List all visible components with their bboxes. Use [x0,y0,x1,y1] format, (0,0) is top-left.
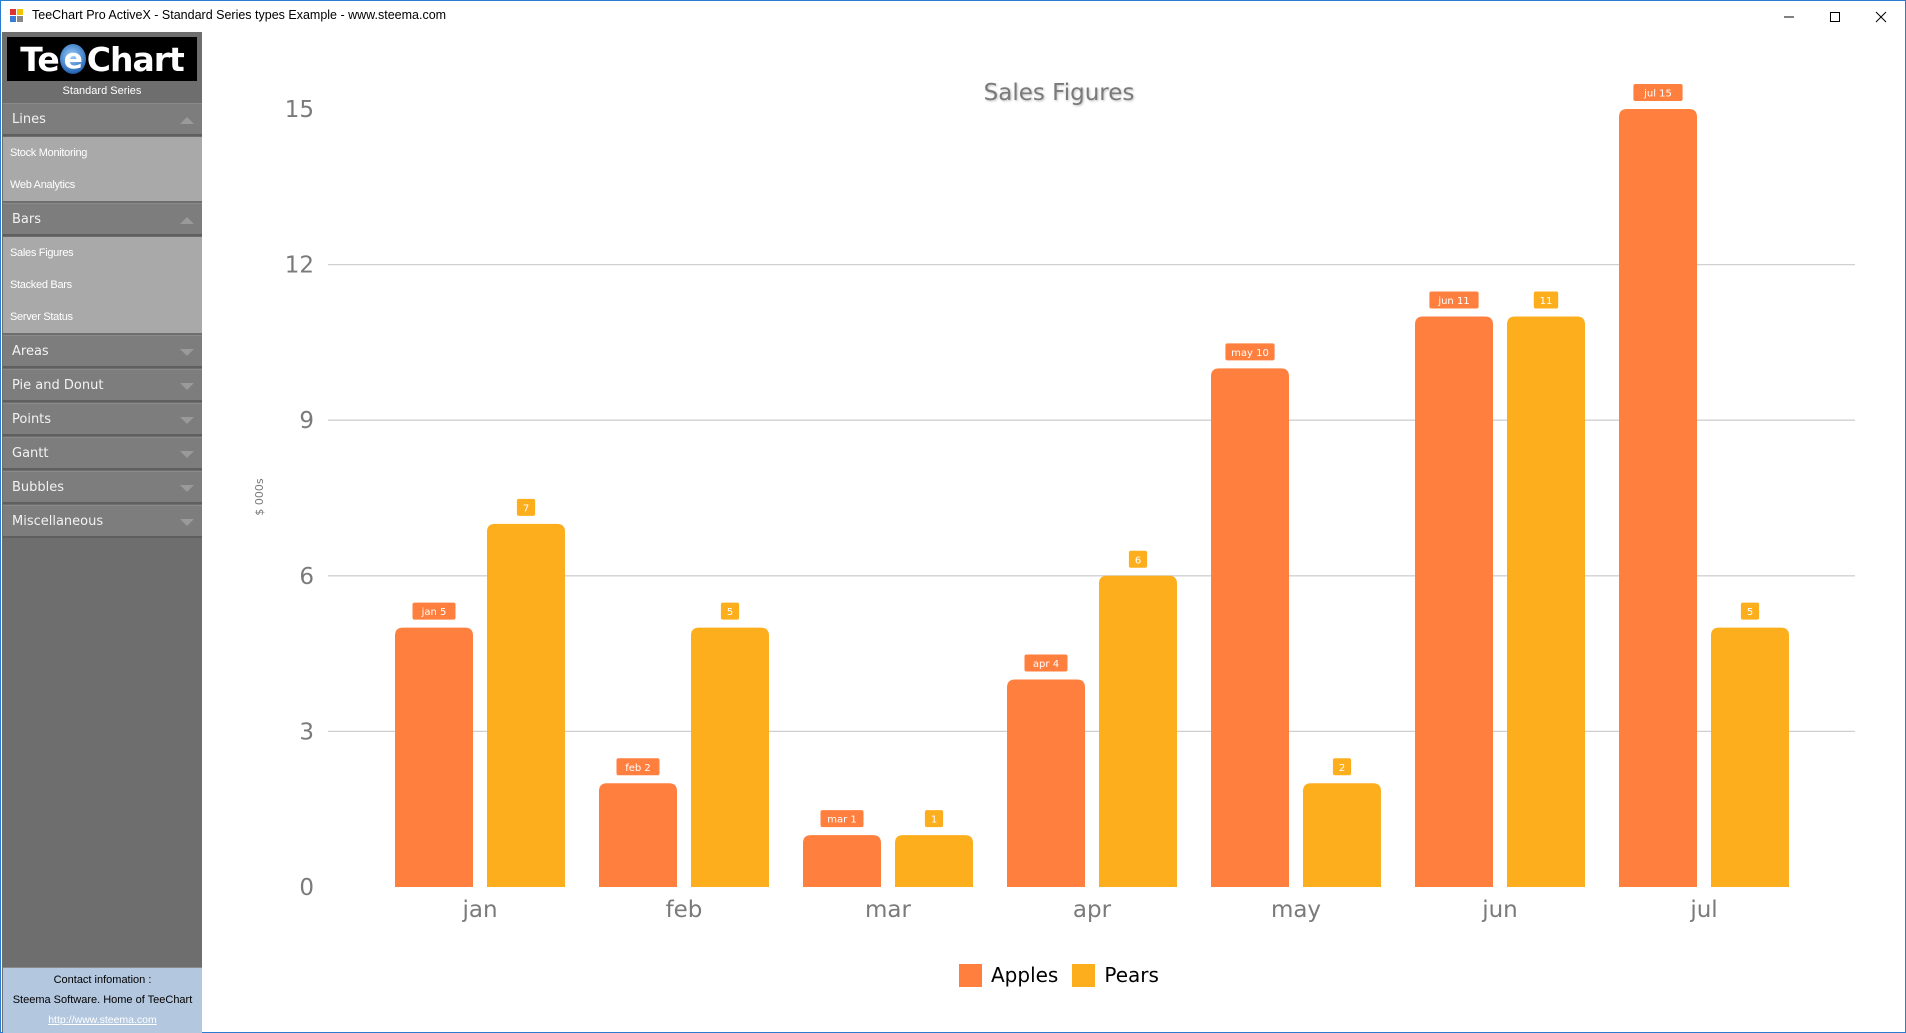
bar-apples-jun[interactable] [1415,316,1493,887]
data-label: 5 [727,607,733,618]
y-tick-label: 12 [285,253,314,279]
data-label: feb 2 [625,763,651,774]
legend-label-pears: Pears [1104,963,1159,987]
bar-apples-jan[interactable] [395,627,473,887]
data-label: 1 [931,815,937,826]
y-tick-label: 3 [299,719,314,745]
y-axis-label: $ 000s [253,478,266,515]
x-tick-label: may [1271,897,1321,923]
bar-pears-mar[interactable] [895,835,973,887]
legend-item-apples[interactable]: Apples [959,963,1058,987]
data-label: jun 11 [1437,296,1469,307]
y-tick-label: 0 [299,875,314,901]
bar-pears-may[interactable] [1303,783,1381,887]
legend-swatch-pears [1072,963,1096,987]
bar-apples-jul[interactable] [1619,109,1697,887]
data-label: 6 [1135,555,1141,566]
chart: Sales Figures $ 000s 03691215 jan 57feb … [253,80,1855,923]
x-tick-label: jun [1481,897,1518,923]
data-label: 2 [1339,763,1345,774]
bar-apples-feb[interactable] [599,783,677,887]
y-tick-label: 9 [299,408,314,434]
y-tick-label: 15 [285,97,314,123]
data-label: may 10 [1231,348,1269,359]
x-tick-label: jul [1689,897,1717,923]
x-tick-label: feb [666,897,703,923]
chart-title: Sales Figures [984,80,1135,106]
bar-pears-apr[interactable] [1099,575,1177,887]
data-label: jul 15 [1643,89,1672,100]
legend-swatch-apples [959,963,982,987]
x-tick-label: apr [1073,897,1112,923]
bar-apples-apr[interactable] [1007,679,1085,887]
legend-item-pears[interactable]: Pears [1072,963,1159,987]
bar-apples-may[interactable] [1211,368,1289,887]
data-label: jan 5 [421,607,447,618]
bar-pears-jul[interactable] [1711,627,1789,887]
bar-pears-feb[interactable] [691,627,769,887]
x-tick-label: jan [461,897,497,923]
bar-pears-jun[interactable] [1507,316,1585,887]
bar-pears-jan[interactable] [487,523,565,887]
bar-apples-mar[interactable] [803,835,881,887]
y-tick-label: 6 [299,564,314,590]
legend: Apples Pears [959,963,1173,987]
x-tick-label: mar [865,897,911,923]
data-label: 7 [523,503,529,514]
data-label: 5 [1747,607,1753,618]
data-label: 11 [1540,296,1553,307]
app-window: TeeChart Pro ActiveX - Standard Series t… [0,0,1906,1033]
data-label: apr 4 [1033,659,1059,670]
data-label: mar 1 [827,815,857,826]
legend-label-apples: Apples [991,963,1059,987]
